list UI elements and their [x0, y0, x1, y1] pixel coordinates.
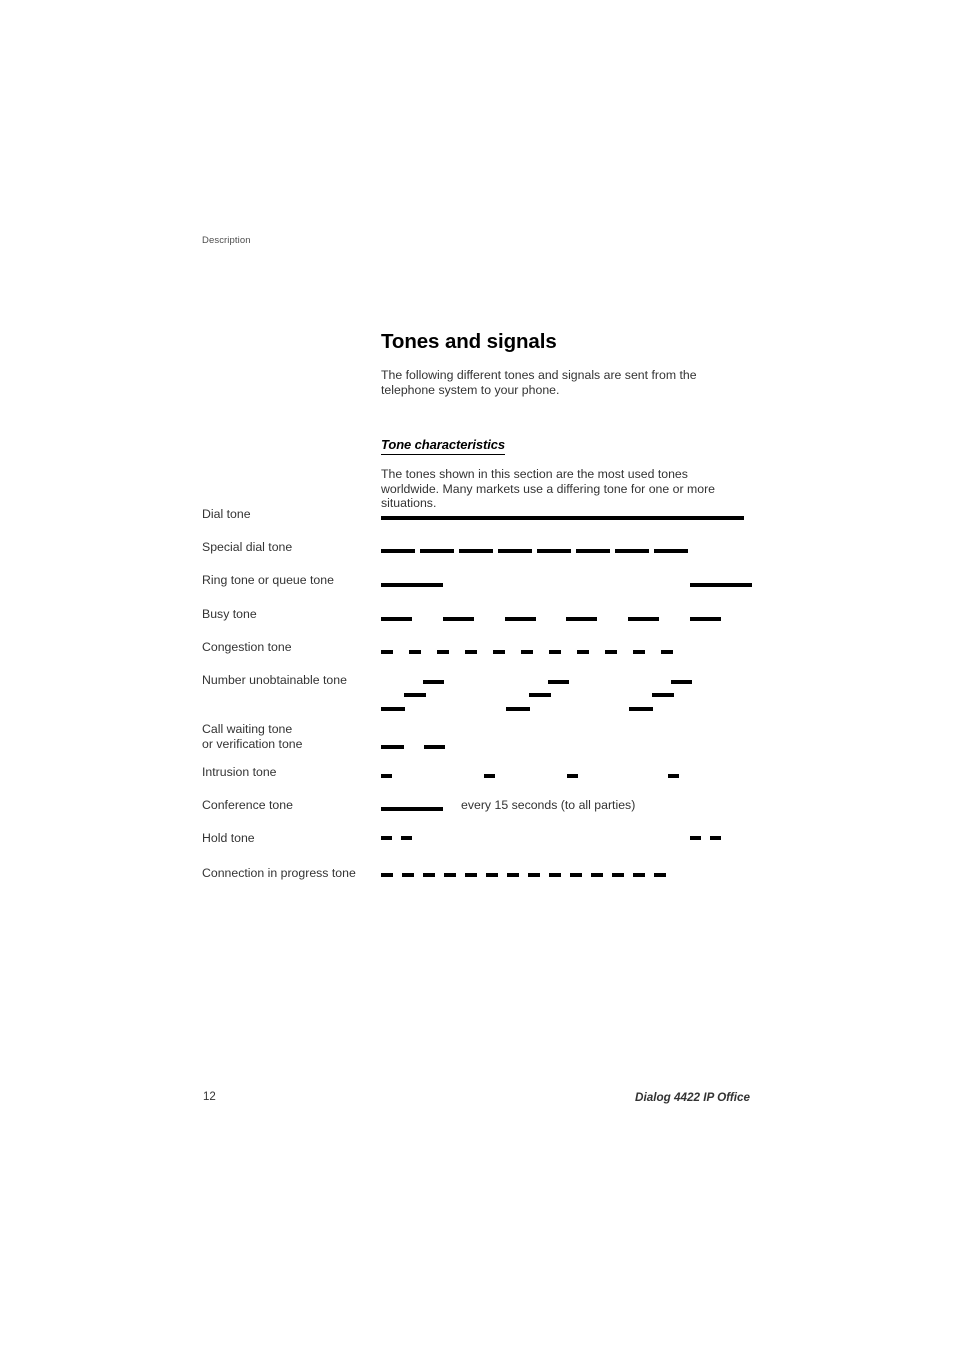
tone-segment	[381, 873, 393, 877]
tone-segment	[528, 873, 540, 877]
tone-segment	[654, 549, 688, 553]
intro-paragraph: The following different tones and signal…	[381, 368, 697, 397]
tone-segment	[381, 836, 392, 840]
tone-label-intrusion-tone: Intrusion tone	[202, 765, 277, 779]
subsection-paragraph: The tones shown in this section are the …	[381, 467, 715, 511]
tone-segment	[690, 617, 721, 621]
tone-segment	[381, 707, 405, 711]
tone-note-conference-tone: every 15 seconds (to all parties)	[461, 798, 636, 812]
tone-segment	[566, 617, 597, 621]
tone-segment	[443, 617, 474, 621]
tone-segment	[506, 707, 530, 711]
tone-segment	[576, 549, 610, 553]
tone-segment	[465, 650, 477, 654]
tone-segment	[381, 650, 393, 654]
tone-segment	[549, 650, 561, 654]
tone-segment	[381, 774, 392, 778]
tone-segment	[652, 693, 674, 697]
tone-segment	[507, 873, 519, 877]
tone-segment	[423, 680, 444, 684]
tone-pattern-hold-tone	[0, 0, 954, 840]
tone-segment	[381, 516, 744, 520]
tone-label-call-waiting-tone: Call waiting tone or verification tone	[202, 722, 303, 751]
tone-pattern-dial-tone	[0, 0, 954, 520]
tone-segment	[567, 774, 578, 778]
page-title: Tones and signals	[381, 330, 557, 353]
tone-pattern-special-dial-tone	[0, 0, 954, 553]
tone-pattern-connection-in-progress-tone	[0, 0, 954, 877]
tone-segment	[615, 549, 649, 553]
tone-segment	[710, 836, 721, 840]
tone-segment	[498, 549, 532, 553]
tone-segment	[577, 650, 589, 654]
tone-segment	[404, 693, 426, 697]
tone-segment	[401, 836, 412, 840]
tone-label-number-unobtainable-tone: Number unobtainable tone	[202, 673, 347, 687]
tone-segment	[605, 650, 617, 654]
tone-pattern-congestion-tone	[0, 0, 954, 654]
tone-segment	[381, 617, 412, 621]
document-page: Description Tones and signals The follow…	[0, 0, 954, 1350]
tone-segment	[661, 650, 673, 654]
tone-segment	[690, 583, 752, 587]
tone-segment	[548, 680, 569, 684]
tone-segment	[465, 873, 477, 877]
tone-pattern-intrusion-tone	[0, 0, 954, 778]
tone-segment	[633, 650, 645, 654]
tone-segment	[549, 873, 561, 877]
tone-segment	[381, 807, 443, 811]
tone-segment	[409, 650, 421, 654]
tone-label-ring-tone-or-queue-tone: Ring tone or queue tone	[202, 573, 334, 587]
tone-segment	[668, 774, 679, 778]
tone-segment	[437, 650, 449, 654]
subsection-title: Tone characteristics	[381, 437, 505, 456]
tone-segment	[591, 873, 603, 877]
tone-segment	[671, 680, 692, 684]
tone-segment	[505, 617, 536, 621]
tone-segment	[424, 745, 445, 749]
tone-label-connection-in-progress-tone: Connection in progress tone	[202, 866, 356, 880]
tone-diagram-table: Dial tone Special dial tone Ring tone or q…	[0, 0, 954, 1350]
tone-segment	[420, 549, 454, 553]
tone-segment	[629, 707, 653, 711]
tone-segment	[459, 549, 493, 553]
tone-pattern-call-waiting-tone	[0, 0, 954, 749]
tone-label-special-dial-tone: Special dial tone	[202, 540, 293, 554]
tone-label-conference-tone: Conference tone	[202, 798, 293, 812]
tone-pattern-ring-tone-or-queue-tone	[0, 0, 954, 587]
tone-segment	[381, 583, 443, 587]
tone-segment	[484, 774, 495, 778]
main-content: Tones and signals The following differen…	[381, 330, 761, 511]
tone-segment	[654, 873, 666, 877]
tone-label-hold-tone: Hold tone	[202, 831, 255, 845]
running-header: Description	[202, 235, 251, 246]
tone-pattern-conference-tone	[0, 0, 954, 811]
tone-segment	[381, 745, 404, 749]
tone-segment	[529, 693, 551, 697]
footer-page-number: 12	[203, 1091, 216, 1103]
tone-pattern-number-unobtainable-tone	[0, 0, 954, 711]
tone-segment	[633, 873, 645, 877]
tone-segment	[612, 873, 624, 877]
tone-segment	[628, 617, 659, 621]
tone-segment	[493, 650, 505, 654]
tone-segment	[690, 836, 701, 840]
tone-label-busy-tone: Busy tone	[202, 607, 257, 621]
tone-segment	[486, 873, 498, 877]
tone-label-dial-tone: Dial tone	[202, 507, 251, 521]
tone-segment	[537, 549, 571, 553]
tone-pattern-busy-tone	[0, 0, 954, 621]
tone-label-congestion-tone: Congestion tone	[202, 640, 292, 654]
tone-segment	[402, 873, 414, 877]
tone-segment	[444, 873, 456, 877]
tone-segment	[423, 873, 435, 877]
tone-segment	[381, 549, 415, 553]
tone-segment	[570, 873, 582, 877]
tone-segment	[521, 650, 533, 654]
footer-document-name: Dialog 4422 IP Office	[635, 1091, 750, 1104]
